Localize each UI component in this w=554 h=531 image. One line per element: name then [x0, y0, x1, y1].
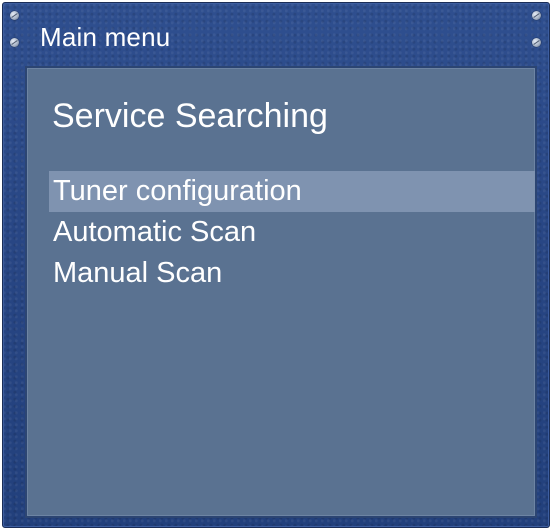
menu-list: Tuner configuration Automatic Scan Manua… [49, 171, 535, 294]
screw-icon [532, 38, 541, 47]
window-title: Main menu [40, 22, 171, 52]
menu-item-automatic-scan[interactable]: Automatic Scan [49, 212, 535, 253]
screw-icon [532, 11, 541, 20]
screw-icon [10, 38, 19, 47]
menu-item-tuner-configuration[interactable]: Tuner configuration [49, 171, 535, 212]
content-panel: Service Searching Tuner configuration Au… [25, 66, 537, 518]
screw-icon [10, 11, 19, 20]
page-title: Service Searching [52, 97, 328, 135]
menu-window: Main menu Service Searching Tuner config… [2, 2, 550, 528]
menu-item-manual-scan[interactable]: Manual Scan [49, 253, 535, 294]
